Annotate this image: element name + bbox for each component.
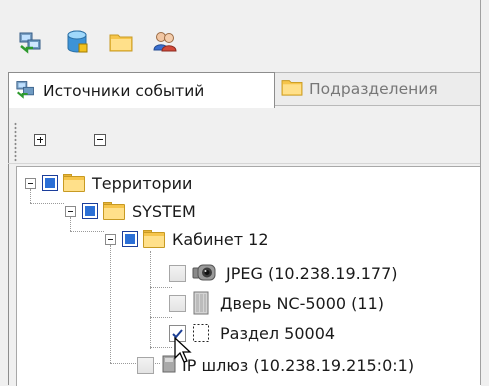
tree-item-cabinet[interactable]: Кабинет 12	[105, 225, 269, 253]
tree-view[interactable]: Территории SYSTEM Кабинет 12 JPEG (10.23…	[16, 166, 481, 386]
collapse-toggle[interactable]	[65, 205, 76, 217]
tree-item-label: Раздел 50004	[220, 323, 336, 343]
folder-icon	[281, 77, 303, 101]
tree-item-camera[interactable]: JPEG (10.238.19.177)	[169, 259, 398, 287]
app-window: Источники событий Подразделения Территор…	[0, 0, 489, 386]
network-icon[interactable]	[14, 26, 48, 58]
tree-line	[30, 203, 64, 205]
folder-icon	[142, 229, 166, 249]
tristate-checkbox[interactable]	[82, 203, 98, 219]
mouse-cursor	[174, 336, 194, 363]
tree-item-system[interactable]: SYSTEM	[65, 197, 196, 225]
expand-all-icon[interactable]	[34, 134, 46, 146]
users-icon[interactable]	[148, 26, 182, 58]
tree-item-label: Дверь NC-5000 (11)	[220, 293, 385, 313]
event-sources-icon	[15, 79, 37, 103]
database-icon[interactable]	[60, 26, 94, 58]
tab-label: Источники событий	[43, 82, 205, 100]
tristate-checkbox[interactable]	[42, 175, 58, 191]
item-checkbox[interactable]	[169, 294, 186, 312]
camera-icon	[192, 262, 218, 284]
tree-item-label: JPEG (10.238.19.177)	[226, 263, 398, 283]
item-checkbox[interactable]	[169, 264, 186, 282]
tab-event-sources[interactable]: Источники событий	[8, 72, 275, 109]
door-icon	[192, 291, 210, 315]
collapse-all-icon[interactable]	[94, 134, 106, 146]
folder-icon	[62, 173, 86, 193]
tree-item-label: Территории	[92, 173, 193, 193]
tree-line	[70, 231, 104, 233]
folder-icon	[102, 201, 126, 221]
collapse-toggle[interactable]	[25, 177, 36, 189]
tab-departments[interactable]: Подразделения	[275, 72, 488, 106]
section-icon	[192, 323, 210, 343]
tree-item-label: IP шлюз (10.238.19.215:0:1)	[182, 355, 415, 375]
folder-icon[interactable]	[104, 26, 138, 58]
tree-item-label: SYSTEM	[132, 201, 196, 221]
item-checkbox[interactable]	[137, 356, 154, 374]
tree-item-territories[interactable]: Территории	[25, 169, 192, 197]
tree-item-door[interactable]: Дверь NC-5000 (11)	[169, 289, 384, 317]
tab-bar: Источники событий Подразделения	[8, 72, 488, 109]
tree-line	[150, 347, 172, 349]
tree-line	[150, 251, 152, 349]
window-edge	[480, 0, 489, 385]
tree-line	[110, 245, 112, 363]
collapse-toggle[interactable]	[105, 233, 116, 245]
divider	[8, 163, 480, 164]
tristate-checkbox[interactable]	[122, 231, 138, 247]
toolbar-grip[interactable]	[14, 122, 17, 162]
tree-item-label: Кабинет 12	[172, 229, 269, 249]
tab-label: Подразделения	[309, 80, 438, 98]
